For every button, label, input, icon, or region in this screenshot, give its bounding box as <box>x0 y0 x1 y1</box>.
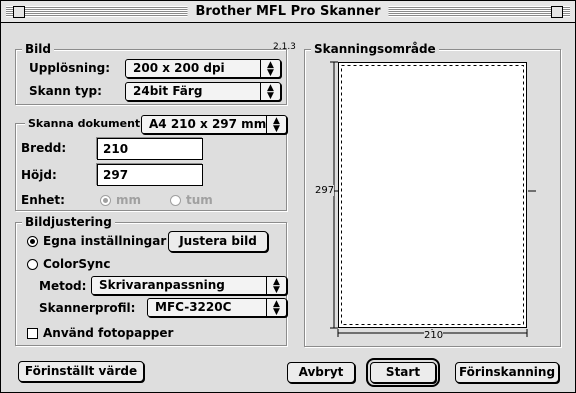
width-label: Bredd: <box>21 141 67 155</box>
updown-arrows-icon: ▲ ▼ <box>266 277 286 295</box>
resolution-popup[interactable]: 200 x 200 dpi ▲ ▼ <box>125 59 281 78</box>
zoom-box-icon[interactable] <box>551 6 563 18</box>
restore-defaults-button[interactable]: Förinställt värde <box>18 361 144 382</box>
scan-area-rulers <box>330 61 536 337</box>
prescan-button[interactable]: Förinskanning <box>455 362 559 383</box>
width-field[interactable]: 210 <box>97 138 203 160</box>
unit-mm-radio[interactable] <box>100 195 111 206</box>
unit-tum-radio[interactable] <box>170 195 181 206</box>
height-field[interactable]: 297 <box>97 164 203 186</box>
updown-arrows-icon: ▲ ▼ <box>260 60 280 78</box>
scanner-profile-value: MFC-3220C <box>155 300 232 314</box>
title-bar[interactable]: Brother MFL Pro Skanner <box>1 1 575 23</box>
scanner-window: Brother MFL Pro Skanner Bild 2.1.3 Upplö… <box>0 0 576 393</box>
width-ruler-label: 210 <box>424 330 444 341</box>
updown-arrows-icon: ▲ ▼ <box>260 83 280 101</box>
unit-label: Enhet: <box>21 193 65 207</box>
method-label: Metod: <box>39 279 87 293</box>
method-popup[interactable]: Skrivaranpassning ▲ ▼ <box>91 276 287 295</box>
scanner-profile-label: Skannerprofil: <box>39 301 136 315</box>
start-button[interactable]: Start <box>366 358 440 387</box>
resolution-value: 200 x 200 dpi <box>133 61 225 75</box>
updown-arrows-icon: ▲ ▼ <box>266 116 286 134</box>
adjust-image-button[interactable]: Justera bild <box>168 231 268 252</box>
close-box-icon[interactable] <box>13 6 25 18</box>
scan-type-value: 24bit Färg <box>133 84 203 98</box>
height-ruler-label: 297 <box>315 185 335 196</box>
resolution-label: Upplösning: <box>29 61 111 75</box>
document-size-label: Skanna dokument <box>25 117 144 130</box>
photo-paper-checkbox[interactable] <box>27 328 38 339</box>
scan-type-popup[interactable]: 24bit Färg ▲ ▼ <box>125 82 281 101</box>
colorsync-radio[interactable] <box>27 259 38 270</box>
unit-tum-label: tum <box>186 193 213 207</box>
colorsync-label: ColorSync <box>43 257 111 271</box>
height-label: Höjd: <box>21 168 57 182</box>
scan-type-label: Skann typ: <box>29 84 102 98</box>
cancel-button[interactable]: Avbryt <box>287 362 355 383</box>
unit-mm-label: mm <box>116 193 142 207</box>
photo-paper-label: Använd fotopapper <box>43 326 174 340</box>
bild-group-label: Bild <box>22 42 54 56</box>
document-size-popup[interactable]: A4 210 x 297 mm ▲ ▼ <box>141 115 287 134</box>
scanner-profile-popup[interactable]: MFC-3220C ▲ ▼ <box>147 298 287 317</box>
document-size-value: A4 210 x 297 mm <box>149 117 267 131</box>
adjust-group-label: Bildjustering <box>22 215 115 229</box>
method-value: Skrivaranpassning <box>99 278 225 292</box>
window-title: Brother MFL Pro Skanner <box>187 4 389 19</box>
updown-arrows-icon: ▲ ▼ <box>266 299 286 317</box>
version-label: 2.1.3 <box>273 42 296 52</box>
custom-settings-radio[interactable] <box>27 236 38 247</box>
custom-settings-label: Egna inställningar <box>43 234 167 248</box>
